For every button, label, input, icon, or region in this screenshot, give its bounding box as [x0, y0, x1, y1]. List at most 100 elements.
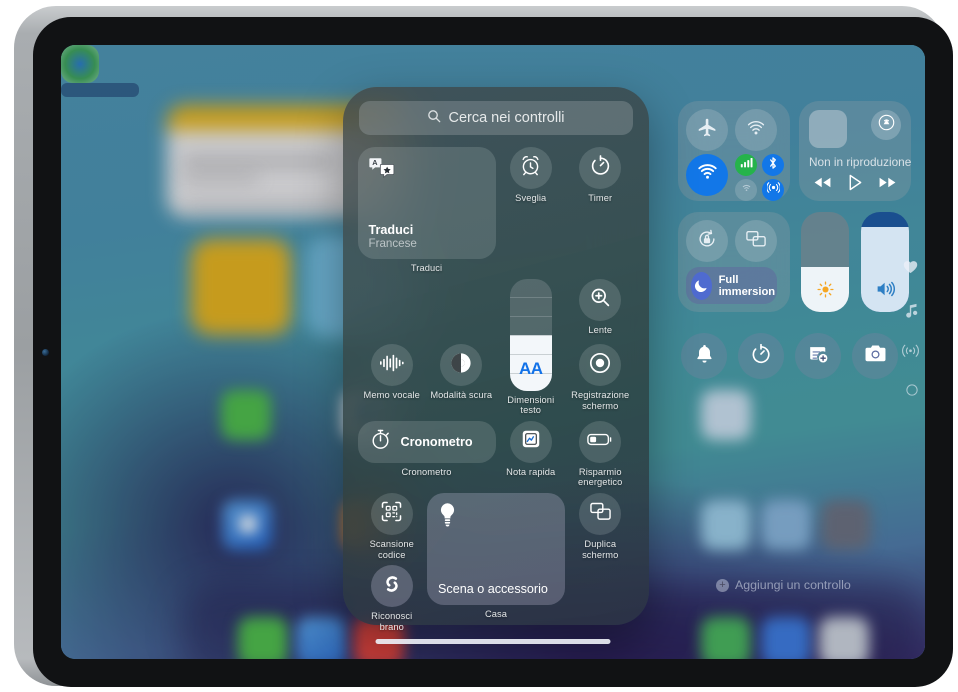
- hotspot-button[interactable]: [762, 179, 784, 201]
- heart-icon[interactable]: [903, 260, 918, 279]
- qr-scan-button[interactable]: [370, 492, 413, 535]
- magnifier-button[interactable]: [579, 278, 622, 321]
- casa-tile[interactable]: Scena o accessorio: [427, 492, 565, 605]
- focus-mode-button[interactable]: Full immersion: [686, 267, 777, 304]
- cellular-bars-icon: [740, 156, 753, 174]
- ipad-device-frame: Non in riproduzione Full immersion + Agg…: [14, 6, 953, 687]
- bell-icon: [694, 343, 715, 370]
- add-control-label: Aggiungi un controllo: [735, 578, 851, 592]
- svg-text:A: A: [372, 158, 378, 167]
- media-title: Non in riproduzione: [809, 155, 911, 169]
- airplay-button[interactable]: [871, 110, 901, 140]
- screen-record-button[interactable]: [579, 344, 622, 387]
- control-caption: Cronometro: [401, 466, 452, 477]
- traduci-tile[interactable]: A Traduci Francese: [357, 147, 496, 259]
- control-traduci[interactable]: A Traduci Francese Traduci: [357, 147, 496, 274]
- control-caption: Risparmio energetico: [578, 466, 623, 488]
- home-indicator[interactable]: [375, 639, 611, 644]
- hotspot-icon: [765, 181, 781, 199]
- control-caption: Modalità scura: [430, 390, 493, 401]
- control-registrazione-schermo[interactable]: Registrazione schermo: [568, 344, 634, 415]
- control-timer[interactable]: Timer: [568, 147, 634, 274]
- waveform-icon: [379, 353, 404, 378]
- quick-note-button[interactable]: [795, 333, 841, 379]
- shazam-button[interactable]: [370, 565, 413, 608]
- control-duplica-schermo[interactable]: Duplica schermo: [568, 492, 634, 560]
- traduci-title: Traduci: [368, 223, 414, 237]
- screen-mirror-icon: [589, 501, 612, 527]
- bluetooth-icon: [767, 156, 779, 175]
- airplane-mode-button[interactable]: [686, 109, 728, 151]
- airdrop-icon: [745, 117, 767, 144]
- add-control-button[interactable]: + Aggiungi un controllo: [716, 578, 851, 592]
- control-caption: Timer: [588, 193, 613, 203]
- connectivity-group: [678, 101, 790, 201]
- note-add-icon: [807, 344, 829, 369]
- control-riconosci-brano[interactable]: Riconosci brano: [359, 565, 425, 632]
- moon-icon: [691, 271, 712, 300]
- play-icon[interactable]: [847, 174, 863, 196]
- control-modalita-scura[interactable]: Modalità scura: [429, 344, 495, 415]
- wifi-icon: [696, 161, 719, 189]
- rotation-lock-button[interactable]: [686, 220, 728, 262]
- low-power-button[interactable]: [579, 420, 622, 463]
- magnifier-icon: [589, 286, 612, 314]
- control-caption: Duplica schermo: [582, 538, 619, 560]
- rotation-lock-icon: [696, 228, 718, 255]
- airdrop-button[interactable]: [735, 109, 777, 151]
- control-caption: Registrazione schermo: [571, 390, 630, 411]
- silent-mode-button[interactable]: [681, 333, 727, 379]
- connectivity-icon[interactable]: [902, 342, 919, 362]
- translate-icon: A: [368, 156, 485, 183]
- shazam-icon: [379, 571, 405, 602]
- controls-grid: A Traduci Francese Traduci Sveglia Timer…: [357, 147, 634, 632]
- control-casa[interactable]: Scena o accessorio Casa: [427, 492, 565, 620]
- cellular-data-button[interactable]: [735, 154, 757, 176]
- sun-icon: [801, 281, 849, 303]
- brightness-slider[interactable]: [801, 212, 849, 312]
- airdrop-small-button[interactable]: [735, 179, 757, 201]
- search-controls-field[interactable]: Cerca nei controlli: [359, 101, 633, 135]
- quick-note-icon: [520, 428, 542, 455]
- control-caption: Lente: [588, 324, 613, 335]
- front-camera-icon: [42, 349, 49, 356]
- timer-button[interactable]: [579, 147, 622, 189]
- alarm-clock-button[interactable]: [509, 147, 552, 189]
- search-placeholder: Cerca nei controlli: [448, 110, 565, 126]
- control-caption: Sveglia: [515, 193, 547, 203]
- stopwatch-icon: [369, 428, 392, 456]
- speaker-icon: [861, 280, 909, 303]
- control-scansione-codice[interactable]: Scansione codice: [359, 492, 425, 560]
- volume-slider[interactable]: [861, 212, 909, 312]
- rewind-icon[interactable]: [813, 176, 832, 194]
- quick-note-button[interactable]: [509, 420, 552, 463]
- bluetooth-button[interactable]: [762, 154, 784, 176]
- timer-icon: [750, 343, 772, 370]
- text-size-label: AA: [518, 358, 543, 378]
- lightbulb-icon: [438, 502, 554, 533]
- screen-mirroring-button[interactable]: [735, 220, 777, 262]
- wifi-button[interactable]: [686, 154, 728, 196]
- fast-forward-icon[interactable]: [878, 176, 897, 194]
- dark-mode-button[interactable]: [440, 344, 483, 387]
- control-dimensioni-testo[interactable]: AA Dimensioni testo: [498, 278, 564, 416]
- voice-memo-button[interactable]: [370, 344, 413, 387]
- screen-mirror-icon: [745, 229, 767, 254]
- focus-mode-label: Full immersion: [718, 273, 776, 298]
- control-sveglia[interactable]: Sveglia: [498, 147, 564, 274]
- control-nota-rapida[interactable]: Nota rapida: [498, 420, 564, 488]
- timer-button[interactable]: [738, 333, 784, 379]
- control-risparmio-energetico[interactable]: Risparmio energetico: [568, 420, 634, 488]
- control-cronometro[interactable]: Cronometro Cronometro: [357, 420, 496, 488]
- camera-button[interactable]: [852, 333, 898, 379]
- control-caption: Casa: [484, 608, 508, 619]
- music-note-icon[interactable]: [905, 303, 918, 323]
- camera-icon: [864, 344, 887, 368]
- control-lente[interactable]: Lente: [568, 278, 634, 340]
- circle-icon[interactable]: [906, 383, 918, 401]
- cronometro-tile[interactable]: Cronometro: [357, 420, 496, 463]
- control-memo-vocale[interactable]: Memo vocale: [359, 344, 425, 415]
- airplane-icon: [697, 117, 718, 143]
- screen-mirror-button[interactable]: [579, 492, 622, 535]
- text-size-slider[interactable]: AA: [509, 278, 552, 391]
